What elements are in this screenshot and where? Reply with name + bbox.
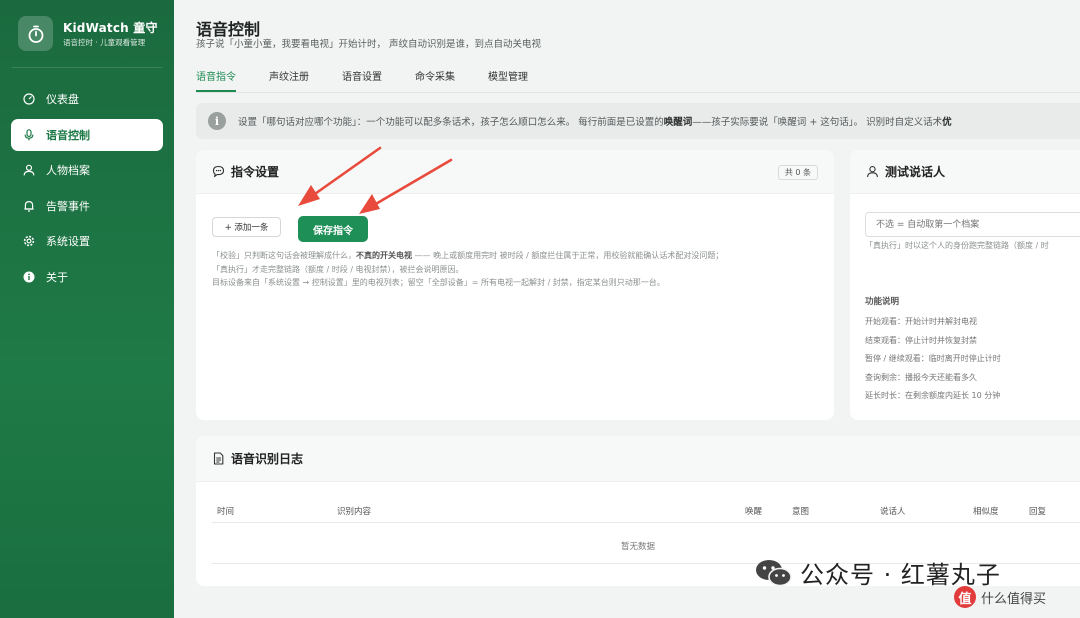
sidebar-nav: 仪表盘 语音控制 人物档案 告警事件 系统设置 关于 xyxy=(11,83,163,296)
info-banner: i 设置「哪句话对应哪个功能」：一个功能可以配多条话术，孩子怎么顺口怎么来。 每… xyxy=(196,103,1080,139)
tab-voice-commands[interactable]: 语音指令 xyxy=(196,68,236,92)
speaker-select[interactable] xyxy=(865,212,1080,237)
column-header-intent: 意图 xyxy=(792,507,810,517)
list-item: 开始观看：开始计时并解封电视 xyxy=(865,317,977,326)
user-icon xyxy=(23,164,35,176)
save-commands-button[interactable]: 保存指令 xyxy=(298,216,368,242)
sidebar-item-label: 仪表盘 xyxy=(46,93,79,106)
card-header: 指令设置 xyxy=(196,150,834,194)
card-header: 测试说话人 xyxy=(850,150,1080,194)
column-header-content: 识别内容 xyxy=(337,507,372,517)
function-list: 开始观看：开始计时并解封电视 结束观看：停止计时并恢复封禁 暂停 / 继续观看：… xyxy=(865,313,1001,406)
tab-divider xyxy=(196,92,1080,93)
sidebar-item-about[interactable]: 关于 xyxy=(11,261,163,293)
wechat-icon xyxy=(754,558,794,588)
sidebar: KidWatch 童守 语音控时 · 儿童观看管理 仪表盘 语音控制 人物档案 xyxy=(0,0,174,618)
info-circle-icon: i xyxy=(208,112,226,130)
tab-voice-settings[interactable]: 语音设置 xyxy=(342,68,382,92)
list-item: 延长时长：在剩余额度内延长 10 分钟 xyxy=(865,391,1001,401)
card-header: 语音识别日志 xyxy=(196,436,1080,482)
smzdm-logo-icon: 值 xyxy=(954,586,976,608)
card-title: 语音识别日志 xyxy=(231,452,304,466)
brand-divider xyxy=(12,67,162,68)
chat-bubble-icon xyxy=(212,165,225,178)
sidebar-item-profiles[interactable]: 人物档案 xyxy=(11,154,163,186)
page-subtitle: 孩子说「小童小童，我要看电视」开始计时， 声纹自动识别是谁，到点自动关电视 xyxy=(196,39,542,50)
list-item: 结束观看：停止计时并恢复封禁 xyxy=(865,335,977,345)
bell-icon xyxy=(23,200,35,212)
empty-state: 暂无数据 xyxy=(620,542,655,552)
user-icon xyxy=(866,165,879,178)
info-text: 设置「哪句话对应哪个功能」：一个功能可以配多条话术，孩子怎么顺口怎么来。 每行前… xyxy=(238,117,952,128)
document-icon xyxy=(212,452,225,465)
card-title: 测试说话人 xyxy=(885,165,946,179)
command-help-text: 「校验」只判断这句话会被理解成什么，不真的开关电视 —— 晚上或额度用完时 被时… xyxy=(212,251,724,287)
tab-command-collection[interactable]: 命令采集 xyxy=(415,68,455,92)
function-description-title: 功能说明 xyxy=(865,297,900,307)
secondary-watermark: 值 什么值得买 xyxy=(954,586,1046,608)
sidebar-item-label: 告警事件 xyxy=(46,199,90,213)
sidebar-item-settings[interactable]: 系统设置 xyxy=(11,225,163,257)
watermark-text: 公众号 · 红薯丸子 xyxy=(800,561,1001,589)
main-content: 语音控制 孩子说「小童小童，我要看电视」开始计时， 声纹自动识别是谁，到点自动关… xyxy=(174,0,1080,618)
add-command-button[interactable]: + 添加一条 xyxy=(212,217,281,237)
speaker-help-text: 「真执行」时以这个人的身份跑完整链路（额度 / 时 xyxy=(865,241,1049,250)
stopwatch-icon xyxy=(18,16,53,51)
watermark: 公众号 · 红薯丸子 xyxy=(754,555,1001,590)
column-header-speaker: 说话人 xyxy=(880,507,906,517)
sidebar-item-voice-control[interactable]: 语音控制 xyxy=(11,118,163,151)
command-settings-card: 指令设置 共 0 条 + 添加一条 保存指令 「校验」只判断这句话会被理解成什么… xyxy=(196,150,834,420)
info-icon xyxy=(23,271,35,283)
column-header-time: 时间 xyxy=(217,507,235,517)
gear-icon xyxy=(23,235,35,247)
column-header-reply: 回复 xyxy=(1029,507,1047,517)
sidebar-item-alerts[interactable]: 告警事件 xyxy=(11,190,163,222)
microphone-icon xyxy=(23,128,35,141)
log-table-header: 时间 识别内容 唤醒 意图 说话人 相似度 回复 xyxy=(212,501,1080,523)
tab-voiceprint-register[interactable]: 声纹注册 xyxy=(269,68,309,92)
list-item: 暂停 / 继续观看：临时离开时停止计时 xyxy=(865,354,1001,364)
brand-title: KidWatch 童守 xyxy=(63,20,158,35)
sidebar-item-dashboard[interactable]: 仪表盘 xyxy=(11,83,163,115)
sidebar-item-label: 系统设置 xyxy=(46,235,90,248)
sidebar-item-label: 人物档案 xyxy=(46,164,90,177)
sidebar-item-label: 关于 xyxy=(46,270,68,284)
brand: KidWatch 童守 语音控时 · 儿童观看管理 xyxy=(18,16,158,51)
dashboard-icon xyxy=(23,93,35,105)
tab-bar: 语音指令 声纹注册 语音设置 命令采集 模型管理 xyxy=(196,68,561,92)
tab-model-management[interactable]: 模型管理 xyxy=(488,68,528,92)
list-item: 查询剩余：播报今天还能看多久 xyxy=(865,372,977,382)
test-speaker-card: 测试说话人 「真执行」时以这个人的身份跑完整链路（额度 / 时 功能说明 开始观… xyxy=(850,150,1080,420)
secondary-watermark-text: 什么值得买 xyxy=(981,591,1047,607)
count-badge: 共 0 条 xyxy=(777,165,818,180)
column-header-similarity: 相似度 xyxy=(973,507,999,517)
column-header-wake: 唤醒 xyxy=(745,507,763,517)
sidebar-item-label: 语音控制 xyxy=(46,128,90,142)
card-title: 指令设置 xyxy=(231,165,280,179)
brand-subtitle: 语音控时 · 儿童观看管理 xyxy=(63,37,146,47)
